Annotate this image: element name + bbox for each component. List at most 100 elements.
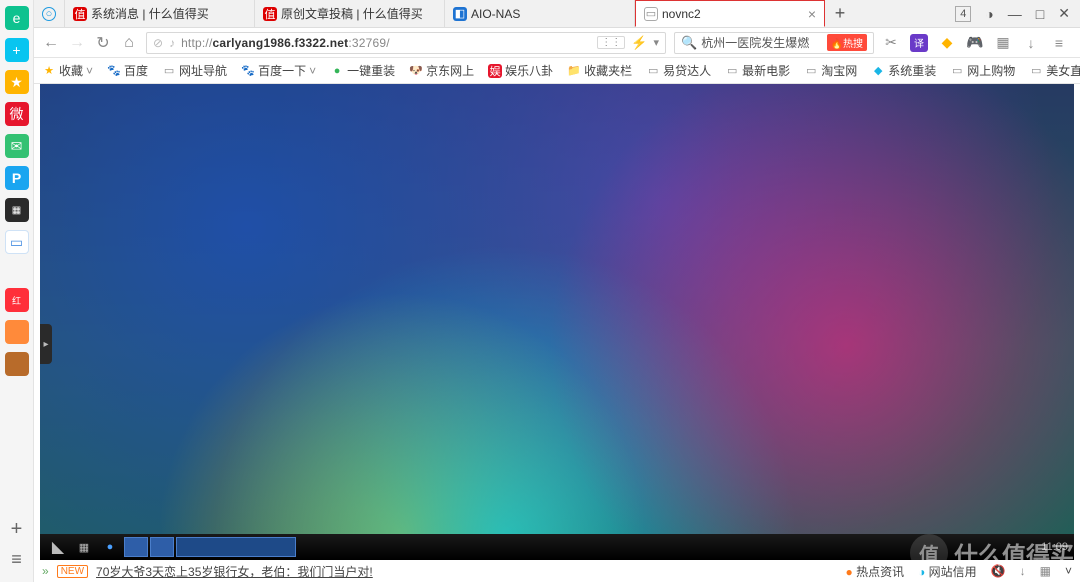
aio-icon: ◧: [453, 7, 467, 21]
taskbar-item[interactable]: ●: [98, 537, 122, 557]
sidebar-browser-icon[interactable]: e: [5, 6, 29, 30]
dropdown-icon[interactable]: ▾: [653, 36, 659, 49]
bookmark-item[interactable]: 📁收藏夹栏: [567, 62, 632, 79]
bookmark-icon: ▭: [950, 64, 964, 78]
bookmark-item[interactable]: ▭易贷达人: [646, 62, 711, 79]
bookmark-item[interactable]: 🐾百度: [107, 62, 148, 79]
app-sidebar: e + ★ 微 ✉ P ▦ ▭ 红 + ≡: [0, 0, 34, 582]
sidebar-doc-icon[interactable]: ▭: [5, 230, 29, 254]
url-text: http://carlyang1986.f3322.net:32769/: [181, 36, 591, 50]
news-headline[interactable]: 70岁大爷3天恋上35岁银行女，老伯：我们门当户对!: [96, 563, 373, 580]
sidebar-weibo-icon[interactable]: 微: [5, 102, 29, 126]
flash-icon[interactable]: ⚡: [631, 35, 647, 51]
close-window-button[interactable]: ✕: [1058, 5, 1070, 22]
bookmark-item[interactable]: ▭淘宝网: [804, 62, 857, 79]
translate-icon[interactable]: 译: [910, 34, 928, 52]
bookmark-label: 系统重装: [888, 62, 936, 79]
bookmark-icon: 娱: [488, 64, 502, 78]
url-input[interactable]: ⊘ ♪ http://carlyang1986.f3322.net:32769/…: [146, 32, 666, 54]
search-input[interactable]: 🔍 杭州一医院发生爆燃 🔥热搜: [674, 32, 874, 54]
bookmark-item[interactable]: ★收藏˅: [42, 62, 93, 79]
reload-button[interactable]: ↻: [94, 34, 112, 52]
sidebar-mail-icon[interactable]: ✉: [5, 134, 29, 158]
sidebar-p-icon[interactable]: P: [5, 166, 29, 190]
taskbar-item[interactable]: [124, 537, 148, 557]
scissors-icon[interactable]: ✂: [882, 34, 900, 52]
bookmark-icon: ●: [330, 64, 344, 78]
game-icon[interactable]: 🎮: [966, 34, 984, 52]
sidebar-menu-button[interactable]: ≡: [11, 549, 22, 570]
search-placeholder: 杭州一医院发生爆燃: [701, 34, 822, 51]
sidebar-game1-icon[interactable]: [5, 320, 29, 344]
bookmark-item[interactable]: ▭网上购物: [950, 62, 1015, 79]
home-button[interactable]: ⌂: [120, 34, 138, 52]
bookmark-item[interactable]: ●一键重装: [330, 62, 395, 79]
grid-icon[interactable]: ⋮⋮: [597, 36, 625, 49]
bookmark-icon: ▭: [646, 64, 660, 78]
site-credit-link[interactable]: ◑ 网站信用: [918, 563, 977, 580]
tab-1[interactable]: 值 系统消息 | 什么值得买: [65, 0, 255, 27]
chevron-icon[interactable]: »: [42, 564, 49, 578]
sidebar-add-icon[interactable]: +: [5, 38, 29, 62]
bookmark-icon: ▭: [725, 64, 739, 78]
address-bar: ← → ↻ ⌂ ⊘ ♪ http://carlyang1986.f3322.ne…: [34, 28, 1080, 58]
tab-count[interactable]: 4: [955, 6, 971, 22]
sidebar-add-button[interactable]: +: [11, 518, 23, 541]
bookmark-label: 最新电影: [742, 62, 790, 79]
shield-icon[interactable]: ◆: [938, 34, 956, 52]
chevron-down-icon: ˅: [309, 64, 316, 78]
close-tab-icon[interactable]: ×: [808, 6, 816, 22]
tab-label: AIO-NAS: [471, 7, 626, 21]
sidebar-qr-icon[interactable]: ▦: [5, 198, 29, 222]
bookmark-item[interactable]: ▭最新电影: [725, 62, 790, 79]
apps-icon[interactable]: ▦: [994, 34, 1012, 52]
bookmark-label: 网址导航: [179, 62, 227, 79]
vnc-wallpaper: [40, 84, 1074, 560]
bookmark-icon: 🐾: [107, 64, 121, 78]
menu-icon[interactable]: ≡: [1050, 34, 1068, 52]
new-badge: NEW: [57, 565, 88, 578]
bookmark-label: 娱乐八卦: [505, 62, 553, 79]
skin-icon[interactable]: ◑: [985, 6, 993, 22]
taskbar-active-window[interactable]: [176, 537, 296, 557]
bookmark-item[interactable]: 🐾百度一下˅: [241, 62, 316, 79]
tab-strip: ○ 值 系统消息 | 什么值得买 值 原创文章投稿 | 什么值得买 ◧ AIO-…: [34, 0, 1080, 28]
bookmark-item[interactable]: ▭网址导航: [162, 62, 227, 79]
tab-label: 系统消息 | 什么值得买: [91, 5, 246, 22]
sidebar-game2-icon[interactable]: [5, 352, 29, 376]
download-status-icon[interactable]: ↓: [1020, 564, 1026, 578]
mute-icon[interactable]: 🔇: [991, 564, 1006, 578]
maximize-button[interactable]: □: [1036, 6, 1044, 22]
download-icon[interactable]: ↓: [1022, 34, 1040, 52]
new-tab-button[interactable]: +: [825, 0, 855, 27]
minimize-button[interactable]: —: [1008, 6, 1022, 22]
sidebar-red-icon[interactable]: 红: [5, 288, 29, 312]
search-icon: 🔍: [681, 35, 697, 51]
apps-status-icon[interactable]: ▦: [1040, 564, 1051, 578]
bookmark-item[interactable]: ▭美女直播: [1029, 62, 1080, 79]
start-icon[interactable]: ◣: [46, 537, 70, 557]
tab-4-active[interactable]: ▭ novnc2 ×: [635, 0, 825, 27]
window-controls: 4 ◑ — □ ✕: [945, 0, 1080, 27]
tab-pinned[interactable]: ○: [34, 0, 65, 27]
bookmark-item[interactable]: ◆系统重装: [871, 62, 936, 79]
back-button[interactable]: ←: [42, 34, 60, 52]
taskbar-item[interactable]: [150, 537, 174, 557]
chevron-down-icon[interactable]: ˅: [1065, 564, 1072, 578]
hot-news-link[interactable]: ● 热点资讯: [845, 563, 904, 580]
bookmark-label: 易贷达人: [663, 62, 711, 79]
forward-button: →: [68, 34, 86, 52]
status-bar: » NEW 70岁大爷3天恋上35岁银行女，老伯：我们门当户对! ● 热点资讯 …: [34, 560, 1080, 582]
file-icon: ▭: [644, 7, 658, 21]
tab-2[interactable]: 值 原创文章投稿 | 什么值得买: [255, 0, 445, 27]
bookmark-label: 收藏: [59, 62, 83, 79]
bookmark-item[interactable]: 🐶京东网上: [409, 62, 474, 79]
bookmark-icon: ▭: [1029, 64, 1043, 78]
tab-3[interactable]: ◧ AIO-NAS: [445, 0, 635, 27]
chevron-down-icon: ˅: [86, 64, 93, 78]
bookmark-item[interactable]: 娱娱乐八卦: [488, 62, 553, 79]
sidebar-star-icon[interactable]: ★: [5, 70, 29, 94]
vnc-panel-handle[interactable]: ▸: [40, 324, 52, 364]
bookmark-label: 网上购物: [967, 62, 1015, 79]
taskbar-apps-icon[interactable]: ▦: [72, 537, 96, 557]
